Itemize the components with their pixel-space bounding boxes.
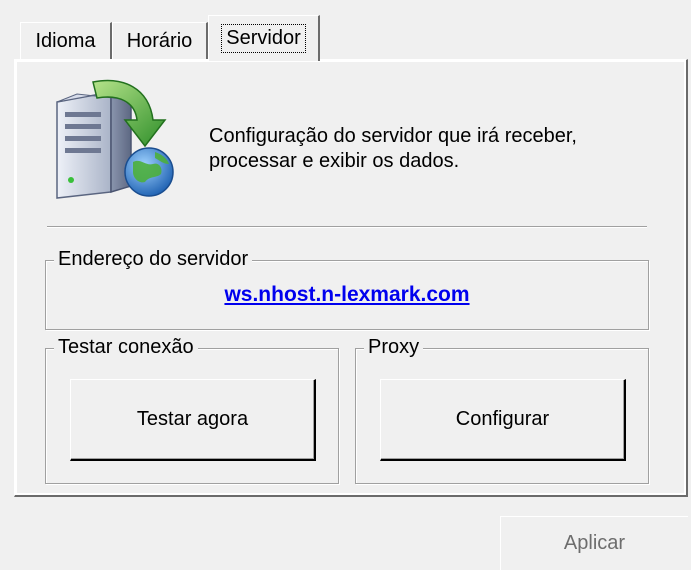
apply-label: Aplicar [563, 532, 626, 554]
proxy-legend: Proxy [364, 335, 424, 359]
server-description: Configuração do servidor que irá receber… [209, 124, 649, 174]
server-address-legend: Endereço do servidor [54, 247, 253, 271]
tab-idioma-label: Idioma [35, 30, 96, 52]
tab-page-servidor: Configuração do servidor que irá receber… [14, 59, 688, 497]
tab-servidor-label: Servidor [221, 24, 306, 53]
tab-horario-label: Horário [126, 30, 193, 52]
server-address-group: Endereço do servidor ws.nhost.n-lexmark.… [45, 247, 649, 330]
proxy-group: Proxy Configurar [355, 335, 649, 484]
server-address-link[interactable]: ws.nhost.n-lexmark.com [46, 283, 648, 307]
separator [47, 226, 647, 228]
test-connection-group: Testar conexão Testar agora [45, 335, 339, 484]
test-now-label: Testar agora [136, 408, 249, 430]
tab-idioma[interactable]: Idioma [20, 22, 112, 60]
tab-page-content: Configuração do servidor que irá receber… [17, 62, 684, 493]
test-connection-legend: Testar conexão [54, 335, 198, 359]
configure-proxy-button[interactable]: Configurar [380, 379, 626, 461]
server-download-globe-icon [56, 79, 174, 199]
tab-servidor[interactable]: Servidor [208, 15, 320, 61]
configure-proxy-label: Configurar [455, 408, 550, 430]
apply-button[interactable]: Aplicar [500, 516, 688, 570]
tab-horario[interactable]: Horário [112, 22, 208, 60]
description-line-1: Configuração do servidor que irá receber… [209, 125, 577, 147]
test-now-button[interactable]: Testar agora [70, 379, 316, 461]
settings-window: Idioma Horário Servidor Configuração do … [0, 0, 691, 570]
description-line-2: processar e exibir os dados. [209, 150, 460, 172]
